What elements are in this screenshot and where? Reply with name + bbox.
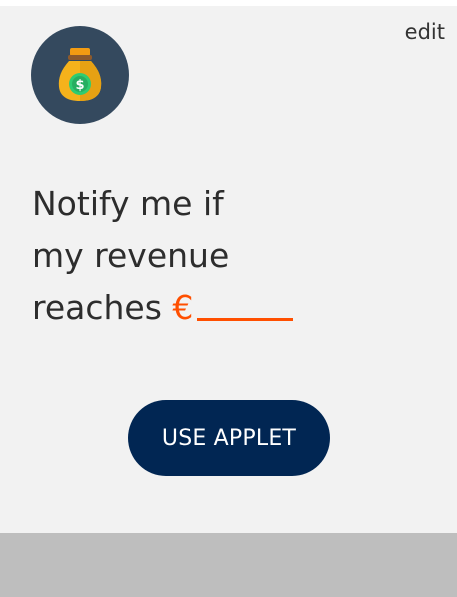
svg-text:$: $	[75, 78, 84, 93]
money-bag-icon: $	[31, 26, 129, 124]
headline-line-1: Notify me if	[32, 184, 224, 223]
headline-line-2: my revenue	[32, 236, 230, 275]
euro-symbol: €	[172, 288, 194, 327]
applet-headline: Notify me if my revenue reaches €	[32, 178, 352, 334]
applet-card: edit $ Notify me if my revenue reaches €…	[0, 0, 457, 597]
headline-line-3: reaches €	[32, 282, 352, 334]
headline-reaches: reaches	[32, 288, 162, 327]
footer-bar	[0, 533, 457, 597]
amount-blank-field[interactable]	[197, 288, 294, 321]
edit-link[interactable]: edit	[405, 20, 445, 44]
use-applet-button[interactable]: USE APPLET	[128, 400, 330, 476]
